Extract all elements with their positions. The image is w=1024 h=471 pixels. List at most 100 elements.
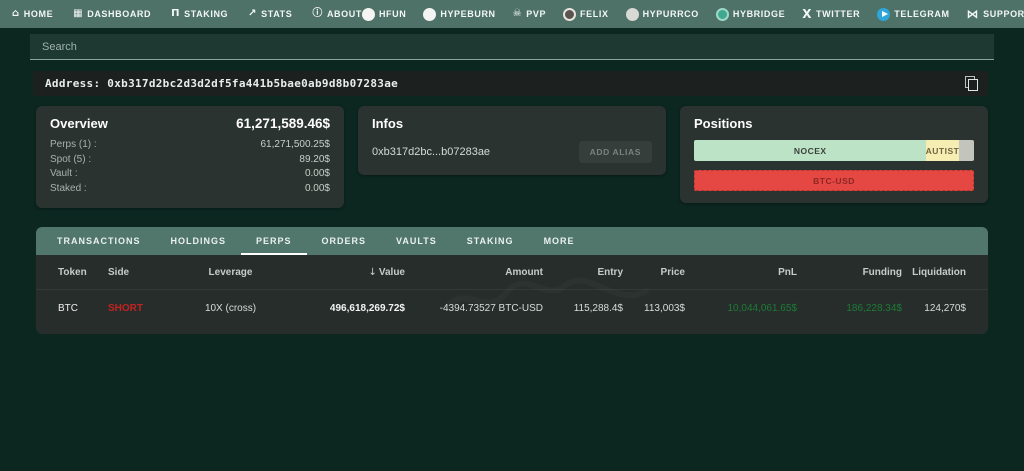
overview-row-label: Staked :: [50, 182, 87, 197]
col-header-leverage[interactable]: Leverage: [178, 267, 283, 278]
hypeburn-fox-icon: [423, 8, 436, 21]
nav-item-about[interactable]: ⓘ ABOUT: [312, 9, 362, 19]
nav-item-home[interactable]: ⌂ HOME: [12, 9, 53, 19]
table-row[interactable]: BTC SHORT 10X (cross) 496,618,269.72$ -4…: [36, 290, 988, 326]
search-input[interactable]: [30, 34, 994, 60]
tab-orders[interactable]: ORDERS: [307, 227, 382, 255]
positions-card: Positions NOCEX AUTIST BTC-USD: [680, 106, 988, 203]
cell-leverage: 10X (cross): [178, 303, 283, 314]
add-alias-button[interactable]: ADD ALIAS: [579, 141, 652, 163]
short-address: 0xb317d2bc...b07283ae: [372, 146, 490, 158]
cell-price: 113,003$: [623, 303, 685, 314]
col-header-value[interactable]: ↓Value: [283, 267, 405, 278]
perps-table-panel: Token Side Leverage ↓Value Amount Entry …: [36, 255, 988, 334]
col-header-value-label: Value: [379, 267, 405, 278]
globe-icon: [716, 8, 729, 21]
col-header-token[interactable]: Token: [58, 267, 108, 278]
hfun-fox-icon: [362, 8, 375, 21]
info-icon: ⓘ: [312, 9, 323, 19]
cell-liquidation: 124,270$: [902, 303, 966, 314]
wallet-address: Address: 0xb317d2bc2d3d2df5fa441b5bae0ab…: [45, 77, 398, 90]
address-bar: Address: 0xb317d2bc2d3d2df5fa441b5bae0ab…: [33, 71, 988, 96]
nav-label: SUPPORT ME: [983, 9, 1024, 19]
dashboard-icon: ▦: [73, 9, 83, 19]
col-header-funding[interactable]: Funding: [797, 267, 902, 278]
nav-item-twitter[interactable]: X TWITTER: [802, 8, 860, 20]
nav-label: HFUN: [379, 9, 406, 19]
bank-icon: Π: [171, 9, 180, 19]
segment-empty[interactable]: [959, 140, 974, 161]
x-twitter-icon: X: [802, 8, 812, 20]
home-icon: ⌂: [12, 9, 20, 19]
position-btc-usd-button[interactable]: BTC-USD: [694, 170, 974, 191]
nav-item-stats[interactable]: ↗ STATS: [248, 9, 292, 19]
overview-card: Overview 61,271,589.46$ Perps (1) : 61,2…: [36, 106, 344, 208]
nav-item-pvp[interactable]: ☠ PVP: [513, 9, 546, 19]
nav-label: FELIX: [580, 9, 609, 19]
positions-title: Positions: [694, 116, 753, 131]
nav-right-group: HFUN HYPEBURN ☠ PVP FELIX HYPURRCO HYBRI…: [362, 7, 1024, 22]
overview-title: Overview: [50, 116, 108, 131]
cell-funding: 186,228.34$: [797, 303, 902, 314]
cell-value: 496,618,269.72$: [283, 303, 405, 314]
copy-icon[interactable]: [965, 76, 980, 91]
nav-label: STATS: [261, 9, 292, 19]
nav-item-support-me[interactable]: ⋈ SUPPORT ME: [967, 8, 1024, 20]
col-header-side[interactable]: Side: [108, 267, 178, 278]
nav-item-felix[interactable]: FELIX: [563, 8, 609, 21]
positions-segment-bar: NOCEX AUTIST: [694, 140, 974, 161]
tab-vaults[interactable]: VAULTS: [381, 227, 452, 255]
overview-row-value: 0.00$: [305, 182, 330, 197]
cell-side: SHORT: [108, 303, 178, 314]
nav-label: STAKING: [184, 9, 228, 19]
content-tabbar: TRANSACTIONS HOLDINGS PERPS ORDERS VAULT…: [36, 227, 988, 255]
col-header-pnl[interactable]: PnL: [685, 267, 797, 278]
nav-label: HYPURRCO: [643, 9, 699, 19]
col-header-price[interactable]: Price: [623, 267, 685, 278]
nav-label: ABOUT: [327, 9, 362, 19]
nav-item-hypurrco[interactable]: HYPURRCO: [626, 8, 699, 21]
col-header-amount[interactable]: Amount: [405, 267, 543, 278]
overview-row-spot: Spot (5) : 89.20$: [50, 153, 330, 168]
segment-autist[interactable]: AUTIST: [926, 140, 958, 161]
overview-row-label: Spot (5) :: [50, 153, 91, 168]
nav-label: TWITTER: [816, 9, 860, 19]
nav-label: HYPEBURN: [440, 9, 495, 19]
nav-item-hfun[interactable]: HFUN: [362, 8, 406, 21]
nav-item-dashboard[interactable]: ▦ DASHBOARD: [73, 9, 151, 19]
overview-row-value: 89.20$: [299, 153, 330, 168]
bowtie-icon: ⋈: [967, 8, 980, 20]
overview-row-perps: Perps (1) : 61,271,500.25$: [50, 138, 330, 153]
nav-label: TELEGRAM: [894, 9, 949, 19]
cell-amount: -4394.73527 BTC-USD: [405, 303, 543, 314]
tab-more[interactable]: MORE: [529, 227, 590, 255]
col-header-liquidation[interactable]: Liquidation: [902, 267, 966, 278]
overview-row-vault: Vault : 0.00$: [50, 167, 330, 182]
infos-title: Infos: [372, 116, 403, 131]
nav-item-telegram[interactable]: TELEGRAM: [877, 8, 949, 21]
overview-row-label: Vault :: [50, 167, 78, 182]
nav-item-hypeburn[interactable]: HYPEBURN: [423, 8, 495, 21]
tab-holdings[interactable]: HOLDINGS: [156, 227, 242, 255]
top-navbar: ⌂ HOME ▦ DASHBOARD Π STAKING ↗ STATS ⓘ A…: [0, 0, 1024, 28]
cell-token: BTC: [58, 303, 108, 314]
tab-transactions[interactable]: TRANSACTIONS: [42, 227, 156, 255]
table-header-row: Token Side Leverage ↓Value Amount Entry …: [36, 255, 988, 290]
search-bar: [30, 34, 994, 60]
tab-perps[interactable]: PERPS: [241, 227, 307, 255]
felix-icon: [563, 8, 576, 21]
skull-icon: ☠: [513, 9, 523, 19]
overview-row-value: 0.00$: [305, 167, 330, 182]
nav-item-staking[interactable]: Π STAKING: [171, 9, 228, 19]
overview-total-value: 61,271,589.46$: [236, 116, 330, 131]
overview-row-label: Perps (1) :: [50, 138, 97, 153]
nav-label: HOME: [24, 9, 53, 19]
cell-pnl: 10,044,061.65$: [685, 303, 797, 314]
segment-nocex[interactable]: NOCEX: [694, 140, 926, 161]
col-header-entry[interactable]: Entry: [543, 267, 623, 278]
tab-staking[interactable]: STAKING: [452, 227, 529, 255]
sort-desc-icon: ↓: [368, 267, 376, 278]
nav-item-hybridge[interactable]: HYBRIDGE: [716, 8, 785, 21]
nav-label: HYBRIDGE: [733, 9, 785, 19]
overview-row-staked: Staked : 0.00$: [50, 182, 330, 197]
